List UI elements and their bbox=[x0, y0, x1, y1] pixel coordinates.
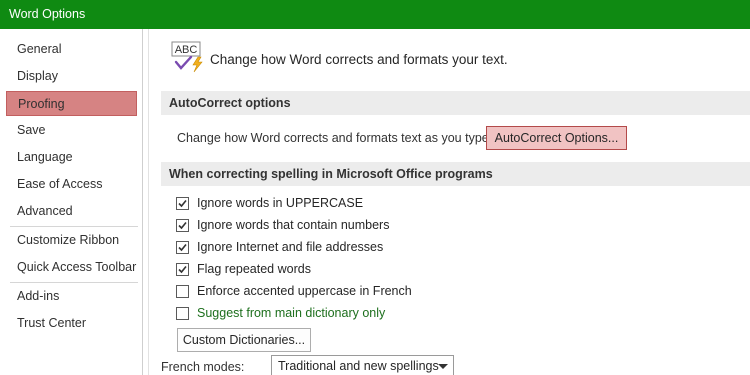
checkbox[interactable] bbox=[176, 219, 189, 232]
sidebar-item-customize-ribbon[interactable]: Customize Ribbon bbox=[6, 228, 137, 253]
chevron-down-icon bbox=[438, 364, 448, 369]
sidebar-item-display[interactable]: Display bbox=[6, 64, 137, 89]
option-label: Enforce accented uppercase in French bbox=[197, 284, 412, 298]
checkbox[interactable] bbox=[176, 241, 189, 254]
options-sidebar: General Display Proofing Save Language E… bbox=[0, 29, 143, 375]
autocorrect-description: Change how Word corrects and formats tex… bbox=[177, 131, 493, 145]
option-label: Ignore Internet and file addresses bbox=[197, 240, 384, 254]
checkbox[interactable] bbox=[176, 285, 189, 298]
sidebar-item-quick-access-toolbar[interactable]: Quick Access Toolbar bbox=[6, 255, 137, 280]
sidebar-divider bbox=[10, 226, 138, 227]
option-label: Ignore words that contain numbers bbox=[197, 218, 390, 232]
abc-check-icon: ABC bbox=[171, 41, 203, 73]
option-label: Ignore words in UPPERCASE bbox=[197, 196, 364, 210]
sidebar-item-save[interactable]: Save bbox=[6, 118, 137, 143]
sidebar-divider bbox=[10, 282, 138, 283]
sidebar-item-ease-of-access[interactable]: Ease of Access bbox=[6, 172, 137, 197]
custom-dictionaries-button[interactable]: Custom Dictionaries... bbox=[177, 328, 311, 352]
autocorrect-options-button[interactable]: AutoCorrect Options... bbox=[486, 126, 627, 150]
sidebar-item-advanced[interactable]: Advanced bbox=[6, 199, 137, 224]
proofing-panel: ABC Change how Word corrects and formats… bbox=[148, 29, 750, 375]
option-label: Suggest from main dictionary only bbox=[197, 306, 386, 320]
french-modes-label: French modes: bbox=[161, 360, 245, 374]
option-label: Flag repeated words bbox=[197, 262, 311, 276]
checkmark-icon bbox=[178, 265, 187, 274]
french-modes-value: Traditional and new spellings bbox=[278, 359, 439, 373]
sidebar-item-language[interactable]: Language bbox=[6, 145, 137, 170]
sidebar-item-general[interactable]: General bbox=[6, 37, 137, 62]
abc-icon-text: ABC bbox=[175, 44, 198, 56]
window-title: Word Options bbox=[9, 7, 86, 21]
spelling-section-heading: When correcting spelling in Microsoft Of… bbox=[161, 162, 750, 186]
checkmark-icon bbox=[178, 221, 187, 230]
checkmark-icon bbox=[178, 199, 187, 208]
title-bar: Word Options bbox=[0, 0, 750, 29]
french-modes-select[interactable]: Traditional and new spellings bbox=[271, 355, 454, 375]
checkbox[interactable] bbox=[176, 263, 189, 276]
checkbox[interactable] bbox=[176, 197, 189, 210]
sidebar-item-proofing[interactable]: Proofing bbox=[6, 91, 137, 116]
sidebar-item-add-ins[interactable]: Add-ins bbox=[6, 284, 137, 309]
page-header-text: Change how Word corrects and formats you… bbox=[210, 52, 508, 67]
checkmark-icon bbox=[178, 243, 187, 252]
autocorrect-section-heading: AutoCorrect options bbox=[161, 91, 750, 115]
checkbox[interactable] bbox=[176, 307, 189, 320]
sidebar-item-trust-center[interactable]: Trust Center bbox=[6, 311, 137, 336]
